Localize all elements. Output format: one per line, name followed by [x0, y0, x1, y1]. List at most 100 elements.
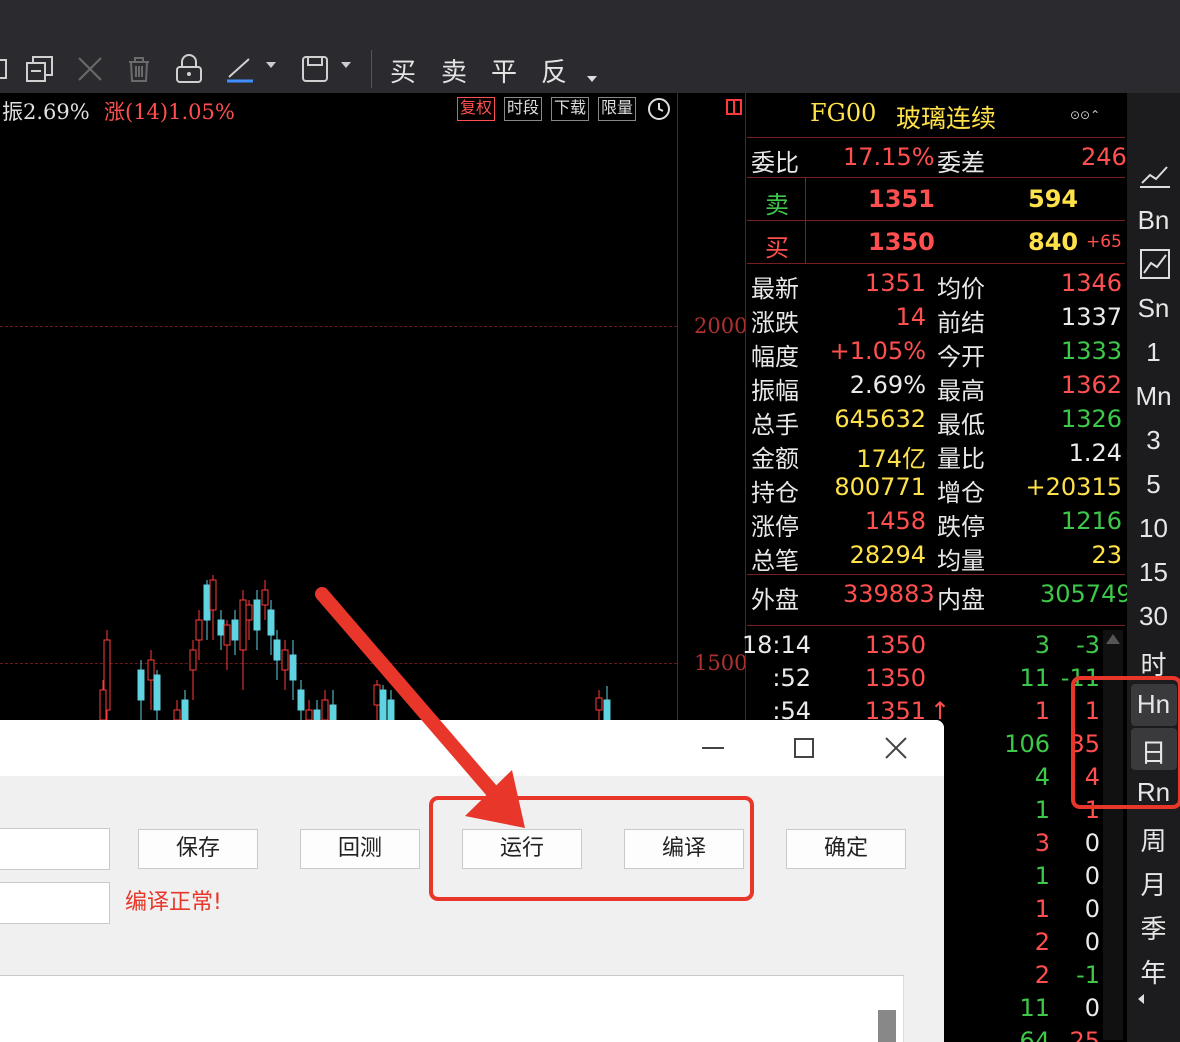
outer-value: 339883 [843, 580, 935, 608]
period-item[interactable]: 时 [1127, 645, 1180, 682]
stat-value: 28294 [849, 541, 926, 569]
draw-line-icon[interactable] [222, 50, 260, 88]
period-item[interactable]: 5 [1127, 469, 1180, 500]
period-item[interactable]: 月 [1127, 865, 1180, 902]
limit-button[interactable]: 限量 [598, 97, 637, 121]
scroll-up-icon[interactable] [1106, 634, 1120, 644]
tick-change: 0 [1084, 829, 1100, 857]
divider [805, 177, 806, 263]
candle-body [267, 609, 275, 636]
stat-label: 均量 [937, 547, 985, 575]
stat-label: 涨停 [751, 513, 799, 541]
clock-icon[interactable] [647, 97, 671, 125]
period-item[interactable]: 30 [1127, 601, 1180, 632]
stat-label: 总笔 [751, 547, 799, 575]
candle-body [273, 639, 281, 661]
session-button[interactable]: 时段 [504, 97, 543, 121]
code-editor[interactable] [0, 975, 904, 1042]
change-info: 涨(14)1.05% [104, 100, 235, 124]
close-position-button[interactable]: 平 [491, 52, 517, 89]
price-label: 2000 [694, 314, 748, 338]
period-item[interactable]: 1 [1127, 337, 1180, 368]
divider [747, 574, 1125, 575]
price-label: 1500 [694, 651, 748, 675]
divider [747, 220, 1125, 221]
tick-change: 0 [1084, 928, 1100, 956]
candle-body [289, 654, 297, 681]
inner-value: 305749 [1040, 580, 1132, 608]
ok-button[interactable]: 确定 [786, 829, 906, 869]
divider [747, 137, 1125, 138]
candle-body [217, 619, 225, 636]
copy-window-icon[interactable] [22, 50, 58, 88]
panel-toggle-icon[interactable] [725, 98, 743, 120]
save-icon[interactable] [296, 50, 334, 88]
stat-value: +20315 [1025, 473, 1122, 501]
compile-status: 编译正常! [125, 890, 222, 915]
tick-volume: 1 [1034, 796, 1050, 824]
stat-label: 持仓 [751, 479, 799, 507]
candle-body [181, 699, 189, 721]
buy-button[interactable]: 买 [390, 52, 416, 89]
period-item[interactable]: 周 [1127, 821, 1180, 858]
period-item[interactable]: 季 [1127, 909, 1180, 946]
webi-label: 委比 [751, 149, 799, 177]
period-item[interactable]: Hn [1127, 689, 1180, 720]
period-item[interactable]: 日 [1127, 733, 1180, 770]
tick-volume: 2 [1034, 928, 1050, 956]
adjust-button[interactable]: 复权 [457, 97, 496, 121]
sell-price[interactable]: 1351 [868, 185, 935, 213]
candle-body [99, 689, 107, 721]
line-chart-icon[interactable] [1140, 163, 1170, 193]
partial-icon[interactable] [0, 50, 8, 88]
period-item[interactable]: Bn [1127, 205, 1180, 236]
stat-value: 1362 [1060, 371, 1122, 399]
tick-volume: 1 [1034, 862, 1050, 890]
stat-label: 振幅 [751, 377, 799, 405]
candle-body [253, 599, 261, 631]
period-item[interactable]: Mn [1127, 381, 1180, 412]
maximize-icon[interactable] [794, 738, 814, 758]
buy-price[interactable]: 1350 [868, 228, 935, 256]
period-item[interactable]: 年 [1127, 953, 1180, 990]
download-button[interactable]: 下载 [551, 97, 590, 121]
period-item[interactable]: 15 [1127, 557, 1180, 588]
minimize-icon[interactable] [702, 747, 724, 749]
strategy-param-field[interactable] [0, 882, 110, 924]
candle-body [223, 624, 231, 646]
sell-volume: 594 [1028, 185, 1079, 213]
stat-value: +1.05% [829, 337, 926, 365]
tick-change: 0 [1084, 994, 1100, 1022]
inner-label: 内盘 [937, 586, 985, 614]
editor-scrollbar[interactable] [878, 1010, 896, 1042]
period-item[interactable]: 10 [1127, 513, 1180, 544]
candle-body [245, 604, 253, 621]
lock-icon[interactable] [170, 50, 208, 88]
chevron-down-icon[interactable] [587, 76, 597, 82]
panel-settings-icon[interactable]: ⊙⊙⌃ [1070, 108, 1100, 122]
strategy-name-field[interactable] [0, 828, 110, 870]
stat-label: 涨跌 [751, 309, 799, 337]
save-button[interactable]: 保存 [138, 829, 258, 869]
sell-button[interactable]: 卖 [441, 52, 467, 89]
weicha-value: 246 [1081, 143, 1127, 171]
period-item[interactable]: 3 [1127, 425, 1180, 456]
chevron-down-icon[interactable] [341, 62, 351, 68]
stat-value: 2.69% [849, 371, 926, 399]
period-item[interactable]: Sn [1127, 293, 1180, 324]
close-icon[interactable] [884, 736, 908, 764]
stat-value: 1.24 [1068, 439, 1122, 467]
chevron-down-icon[interactable] [266, 62, 276, 68]
collapse-left-icon[interactable] [1138, 994, 1144, 1004]
candle-body [209, 579, 217, 611]
candle-body [231, 619, 239, 641]
chart-box-icon[interactable] [1140, 249, 1170, 283]
stat-value: 1337 [1060, 303, 1122, 331]
tick-volume: 64 [1019, 1027, 1050, 1042]
reverse-button[interactable]: 反 [541, 52, 567, 89]
trash-icon[interactable] [120, 50, 158, 88]
tick-volume: 1 [1034, 895, 1050, 923]
candle-body [261, 589, 269, 606]
period-item[interactable]: Rn [1127, 777, 1180, 808]
close-icon[interactable] [72, 50, 108, 88]
